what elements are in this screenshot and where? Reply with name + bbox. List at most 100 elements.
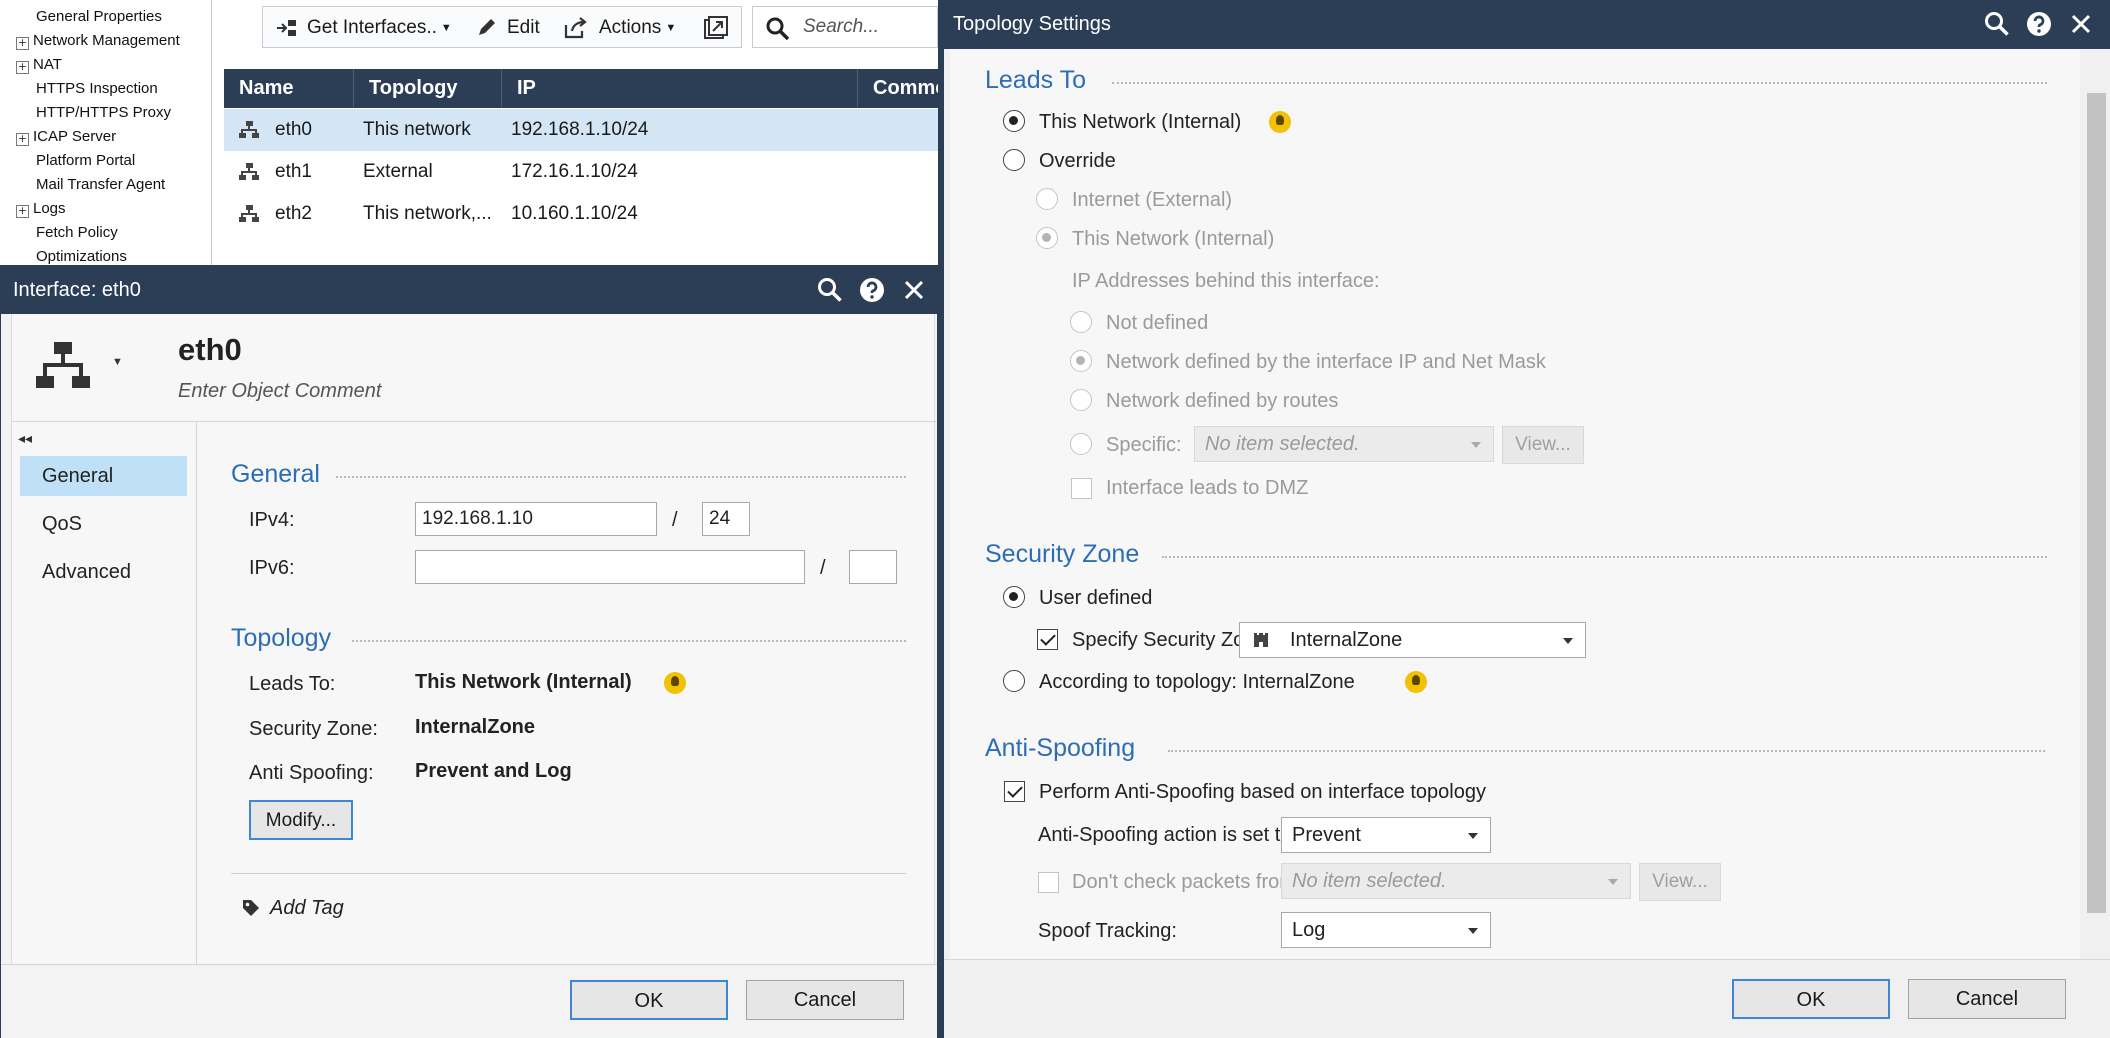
tree-item-fetch-policy[interactable]: Fetch Policy <box>16 221 118 245</box>
radio-according-topology[interactable] <box>1003 670 1025 692</box>
ok-button[interactable]: OK <box>1732 979 1890 1019</box>
help-icon[interactable] <box>2025 10 2053 38</box>
get-interfaces-button[interactable]: Get Interfaces.. ▼ <box>275 7 452 49</box>
help-icon[interactable] <box>858 276 886 304</box>
tree-item-icap-server[interactable]: + ICAP Server <box>16 125 116 149</box>
ipv6-mask-input[interactable] <box>849 550 897 584</box>
tree-item-mail-transfer-agent[interactable]: Mail Transfer Agent <box>16 173 165 197</box>
section-divider <box>1168 750 2045 752</box>
column-header-ip[interactable]: IP <box>502 69 858 108</box>
column-header-name[interactable]: Name <box>224 69 354 108</box>
column-header-topology[interactable]: Topology <box>354 69 502 108</box>
ipv6-input[interactable] <box>415 550 805 584</box>
table-row[interactable]: eth2 This network,... 10.160.1.10/24 <box>224 193 938 235</box>
checkbox-specify-zone[interactable] <box>1037 629 1058 650</box>
radio-network-by-ip[interactable] <box>1070 350 1092 372</box>
expand-icon[interactable]: + <box>16 133 29 146</box>
interface-dialog-titlebar[interactable]: Interface: eth0 <box>1 266 937 314</box>
view-button[interactable]: View... <box>1502 426 1584 464</box>
anti-spoofing-label: Anti Spoofing: <box>249 762 374 784</box>
search-input[interactable]: Search... <box>752 6 938 48</box>
collapse-icon[interactable]: ◂◂ <box>18 430 32 447</box>
tree-item-platform-portal[interactable]: Platform Portal <box>16 149 135 173</box>
leads-to-value: This Network (Internal) <box>415 671 632 693</box>
open-window-button[interactable] <box>703 7 729 49</box>
expand-icon[interactable]: + <box>16 37 29 50</box>
radio-this-network-internal[interactable] <box>1036 227 1058 249</box>
security-zone-select[interactable]: InternalZone <box>1239 622 1586 658</box>
get-interfaces-icon <box>277 20 296 36</box>
lightbulb-icon[interactable] <box>1269 111 1291 133</box>
edit-button[interactable]: Edit <box>475 7 540 49</box>
nav-item-advanced[interactable]: Advanced <box>20 552 187 592</box>
checkbox-dont-check-packets[interactable] <box>1038 872 1059 893</box>
interface-type-icon[interactable] <box>34 340 92 392</box>
close-icon[interactable] <box>900 276 928 304</box>
nav-item-qos[interactable]: QoS <box>20 504 187 544</box>
interface-dialog-body: ▼ eth0 Enter Object Comment ◂◂ General Q… <box>11 314 936 964</box>
close-icon[interactable] <box>2067 10 2095 38</box>
tree-item-http-proxy[interactable]: HTTP/HTTPS Proxy <box>16 101 171 125</box>
radio-override[interactable] <box>1003 149 1025 171</box>
caret-down-icon <box>1563 638 1573 644</box>
interface-icon <box>239 121 259 138</box>
expand-icon[interactable]: + <box>16 61 29 74</box>
nav-item-general[interactable]: General <box>20 456 187 496</box>
tree-item-https-inspection[interactable]: HTTPS Inspection <box>16 77 158 101</box>
view-button[interactable]: View... <box>1639 863 1721 901</box>
slash-label: / <box>672 509 678 531</box>
cancel-button[interactable]: Cancel <box>746 980 904 1020</box>
tree-item-logs[interactable]: + Logs <box>16 197 66 221</box>
scrollbar[interactable] <box>2083 49 2110 959</box>
caret-down-icon[interactable]: ▼ <box>112 356 123 368</box>
option-override-label: Override <box>1039 150 1116 172</box>
table-row[interactable]: eth0 This network 192.168.1.10/24 <box>224 109 938 151</box>
actions-button[interactable]: Actions ▼ <box>563 7 676 49</box>
option-this-network-internal-label: This Network (Internal) <box>1072 228 1275 250</box>
topology-dialog-titlebar[interactable]: Topology Settings <box>944 0 2110 49</box>
scrollbar-thumb[interactable] <box>2087 93 2106 913</box>
caret-down-icon <box>1468 833 1478 839</box>
pencil-icon <box>479 19 495 35</box>
caret-down-icon: ▼ <box>665 22 677 34</box>
radio-network-by-routes[interactable] <box>1070 389 1092 411</box>
checkbox-perform-anti-spoofing[interactable] <box>1004 781 1025 802</box>
ok-button[interactable]: OK <box>570 980 728 1020</box>
caret-down-icon <box>1468 928 1478 934</box>
tree-item-network-management[interactable]: + Network Management <box>16 29 180 53</box>
spoof-tracking-select[interactable]: Log <box>1281 912 1491 948</box>
search-icon <box>766 17 790 41</box>
specific-network-select[interactable]: No item selected. <box>1194 426 1494 462</box>
tree-item-optimizations[interactable]: Optimizations <box>16 245 127 265</box>
radio-user-defined[interactable] <box>1003 586 1025 608</box>
navigation-tree: General Properties + Network Management +… <box>0 0 212 265</box>
interfaces-table: Name Topology IP Comme eth0 This network… <box>224 69 946 259</box>
table-row[interactable]: eth1 External 172.16.1.10/24 <box>224 151 938 193</box>
radio-specific[interactable] <box>1070 433 1092 455</box>
tree-item-general-properties[interactable]: General Properties <box>16 5 162 29</box>
checkbox-dmz[interactable] <box>1071 478 1092 499</box>
lightbulb-icon[interactable] <box>664 672 686 694</box>
radio-not-defined[interactable] <box>1070 311 1092 333</box>
search-icon[interactable] <box>1983 10 2011 38</box>
lightbulb-icon[interactable] <box>1405 671 1427 693</box>
search-icon[interactable] <box>816 276 844 304</box>
radio-this-network[interactable] <box>1003 110 1025 132</box>
anti-spoofing-action-select[interactable]: Prevent <box>1281 817 1491 853</box>
radio-internet-external[interactable] <box>1036 188 1058 210</box>
caret-down-icon <box>1471 442 1481 448</box>
cancel-button[interactable]: Cancel <box>1908 979 2066 1019</box>
ipv4-mask-input[interactable]: 24 <box>702 502 750 536</box>
option-specific-label: Specific: <box>1106 434 1182 456</box>
modify-button[interactable]: Modify... <box>249 800 353 840</box>
column-header-comments[interactable]: Comme <box>858 69 946 108</box>
topology-settings-dialog: Topology Settings Leads To This Network … <box>938 0 2110 1038</box>
tree-item-nat[interactable]: + NAT <box>16 53 62 77</box>
expand-icon[interactable]: + <box>16 205 29 218</box>
ipv4-input[interactable]: 192.168.1.10 <box>415 502 657 536</box>
dont-check-packets-select[interactable]: No item selected. <box>1281 863 1631 899</box>
add-tag-link[interactable]: Add Tag <box>270 897 344 920</box>
object-name[interactable]: eth0 <box>178 332 242 368</box>
section-title-anti-spoofing: Anti-Spoofing <box>985 734 1136 762</box>
object-comment-field[interactable]: Enter Object Comment <box>178 380 381 403</box>
